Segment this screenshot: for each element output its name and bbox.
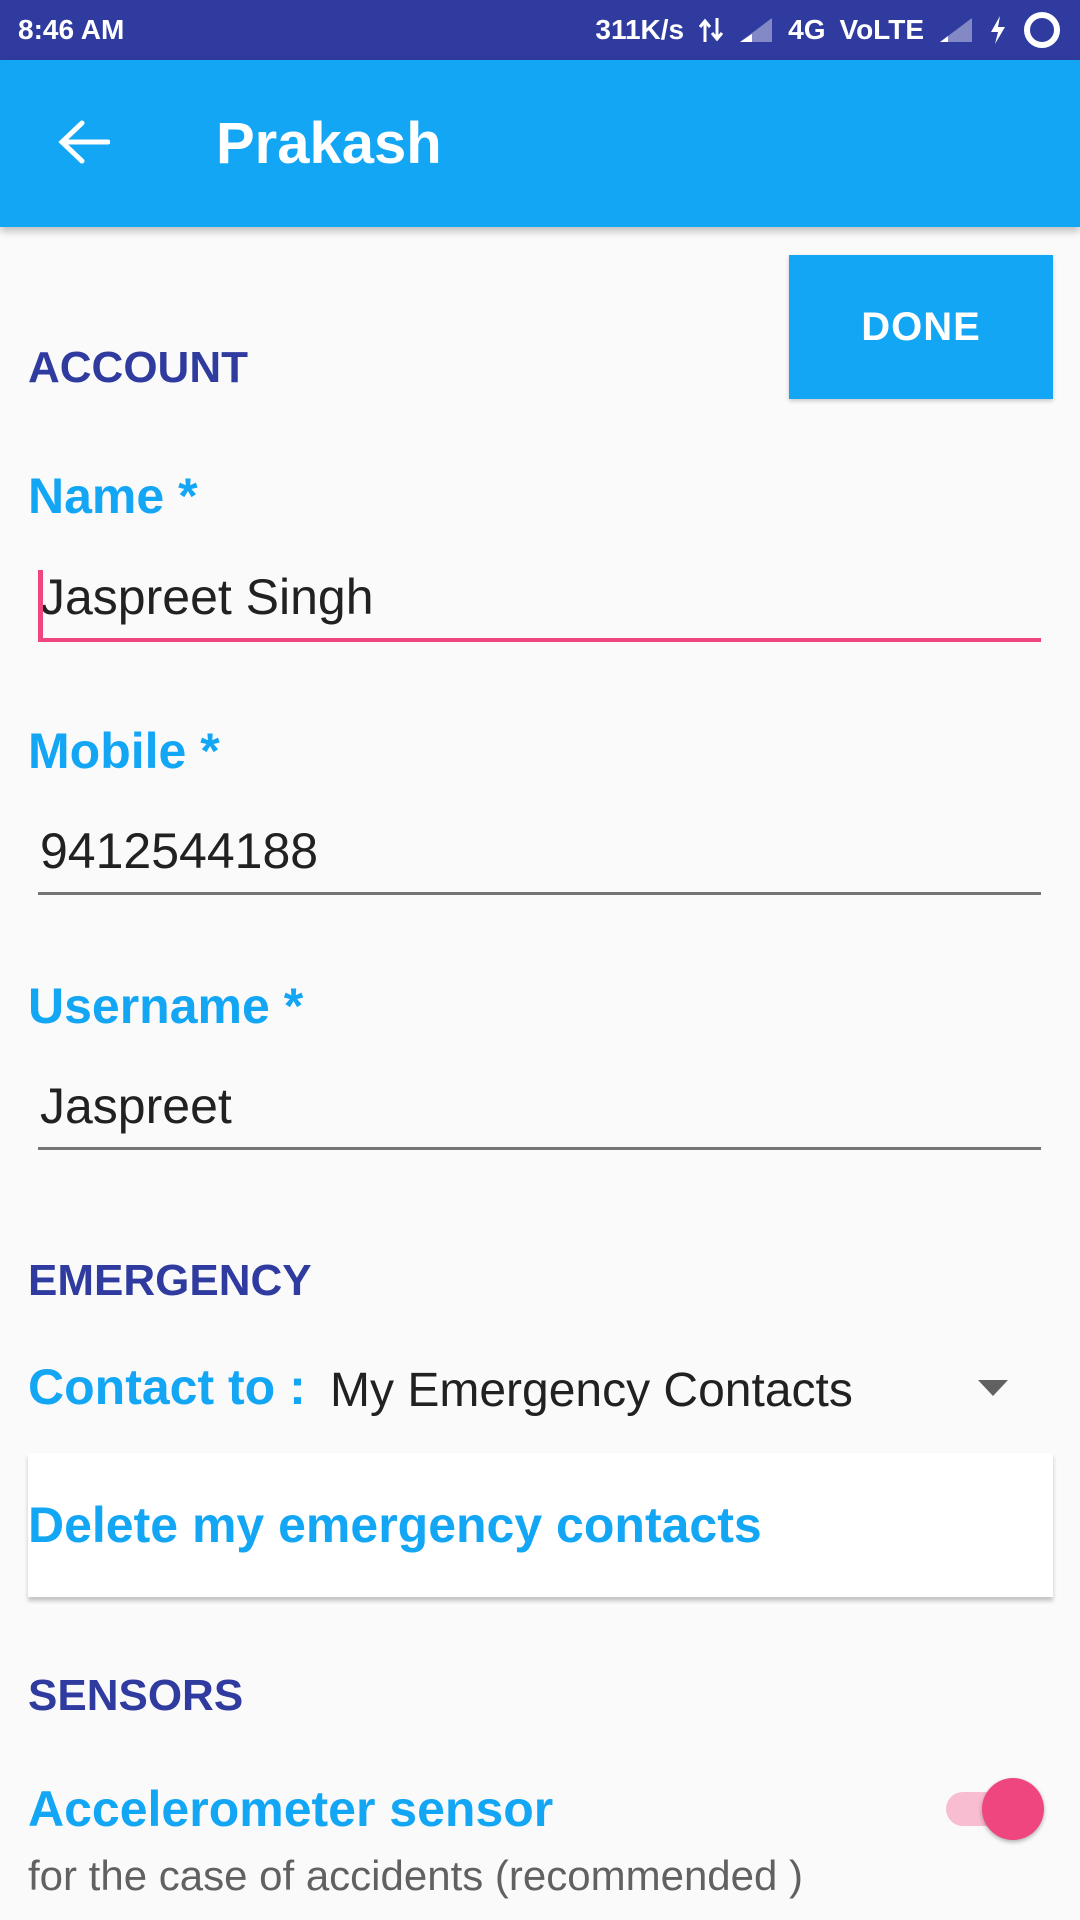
delete-emergency-contacts-button[interactable]: Delete my emergency contacts: [28, 1453, 1053, 1597]
signal-icon-2: [938, 16, 974, 44]
done-button[interactable]: DONE: [789, 255, 1053, 399]
username-label: Username *: [28, 978, 304, 1034]
app-bar: Prakash: [0, 60, 1080, 227]
status-time: 8:46 AM: [18, 14, 125, 45]
status-icons: 311K/s 4G VoLTE: [595, 10, 1062, 50]
back-button[interactable]: [52, 116, 116, 172]
accelerometer-subtitle: for the case of accidents (recommended ): [28, 1852, 804, 1899]
delete-emergency-contacts-label: Delete my emergency contacts: [28, 1497, 762, 1553]
name-label: Name *: [28, 468, 198, 524]
charging-icon: [988, 15, 1008, 45]
username-value: Jaspreet: [40, 1078, 232, 1134]
username-field[interactable]: Jaspreet: [38, 1060, 1041, 1150]
contact-to-dropdown[interactable]: My Emergency Contacts: [330, 1350, 1010, 1430]
mobile-value: 9412544188: [40, 823, 319, 879]
name-value: Jaspreet Singh: [40, 569, 374, 625]
section-header-sensors: SENSORS: [28, 1671, 244, 1720]
text-cursor: [38, 570, 43, 640]
contact-to-label: Contact to :: [28, 1359, 306, 1415]
mobile-label: Mobile *: [28, 723, 220, 779]
dropdown-arrow-icon: [976, 1378, 1010, 1403]
accelerometer-title: Accelerometer sensor: [28, 1781, 554, 1837]
status-bar: 8:46 AM 311K/s 4G VoLTE: [0, 0, 1080, 60]
accelerometer-toggle[interactable]: [946, 1778, 1046, 1840]
battery-ring-icon: [1022, 10, 1062, 50]
volte-label: VoLTE: [839, 14, 924, 45]
section-header-emergency: EMERGENCY: [28, 1256, 312, 1305]
page-title: Prakash: [216, 111, 442, 176]
toggle-thumb: [982, 1778, 1044, 1840]
name-field[interactable]: Jaspreet Singh: [38, 552, 1041, 642]
contact-to-value: My Emergency Contacts: [330, 1363, 853, 1417]
section-header-account: ACCOUNT: [28, 343, 248, 392]
signal-icon: [738, 16, 774, 44]
mobile-field[interactable]: 9412544188: [38, 805, 1041, 895]
data-transfer-icon: [698, 16, 724, 44]
network-type: 4G: [788, 14, 826, 45]
network-speed: 311K/s: [595, 14, 685, 45]
back-arrow-icon: [58, 120, 111, 169]
